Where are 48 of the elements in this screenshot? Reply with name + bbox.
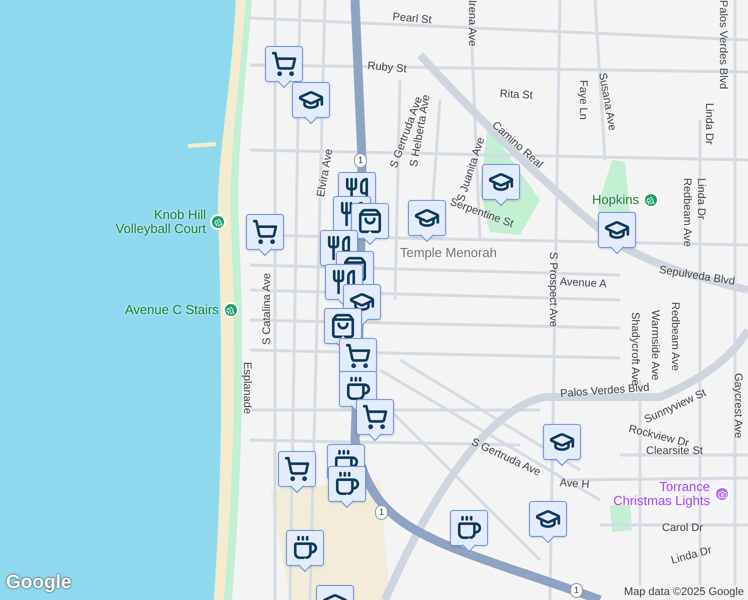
street-label: Gaycrest Ave (732, 373, 743, 438)
cart-icon (271, 51, 297, 77)
place-label: Hopkins (592, 193, 639, 207)
route-shield: 1 (354, 153, 368, 168)
cart-icon (362, 404, 388, 430)
street-label: Susana Ave (596, 72, 618, 132)
fork-knife-icon (339, 201, 365, 227)
street-label: Warmside Ave (649, 310, 660, 380)
street-label: Faye Ln (577, 80, 588, 120)
shopping-bag-icon (330, 313, 356, 339)
street-label: Linda Dr (695, 178, 706, 220)
cart-icon (252, 219, 278, 245)
place-label: Temple Menorah (400, 246, 497, 259)
street-label: Linda Dr (703, 103, 714, 145)
coffee-cup-icon (292, 535, 318, 561)
street-label: Redbeam Ave (669, 302, 680, 371)
cart-icon (345, 343, 371, 369)
fork-knife-icon (331, 269, 357, 295)
coffee-cup-icon (345, 376, 371, 402)
place-label: Avenue C Stairs (125, 303, 219, 317)
shopping-bag-icon (357, 208, 383, 234)
cart-icon (284, 456, 310, 482)
street-label: Linda Dr (670, 545, 713, 567)
google-logo: Google (6, 570, 72, 594)
street-label: Esplanade (241, 362, 252, 414)
street-label: Redbeam Ave (681, 178, 692, 247)
street-label: Carol Dr (662, 523, 703, 534)
street-label: Irena Ave (466, 0, 477, 46)
place-label: Knob Hill Volleyball Court (114, 208, 206, 236)
street-label: Clearsite St (646, 446, 703, 457)
street-label: Ave H (559, 478, 590, 492)
coffee-cup-icon (456, 515, 482, 541)
park-pin-icon (642, 192, 659, 208)
street-label: Ruby St (367, 61, 407, 76)
street-label: S Prospect Ave (547, 252, 558, 328)
street-label: S Catalina Ave (262, 273, 273, 345)
camera-pin-icon (714, 486, 730, 502)
street-label: Elvira Ave (316, 148, 336, 198)
street-label: Rita St (499, 89, 533, 102)
street-label: Avenue A (559, 277, 607, 290)
street-label: Palos Verdes Blvd (717, 0, 728, 90)
street-label: Pearl St (392, 12, 432, 26)
route-shield: 1 (570, 583, 584, 598)
shopping-bag-icon (342, 256, 368, 282)
fork-knife-icon (326, 235, 352, 261)
place-label: Torrance Christmas Lights (612, 480, 710, 508)
street-label: Sepulveda Blvd (658, 265, 736, 288)
coffee-cup-icon (334, 471, 360, 497)
